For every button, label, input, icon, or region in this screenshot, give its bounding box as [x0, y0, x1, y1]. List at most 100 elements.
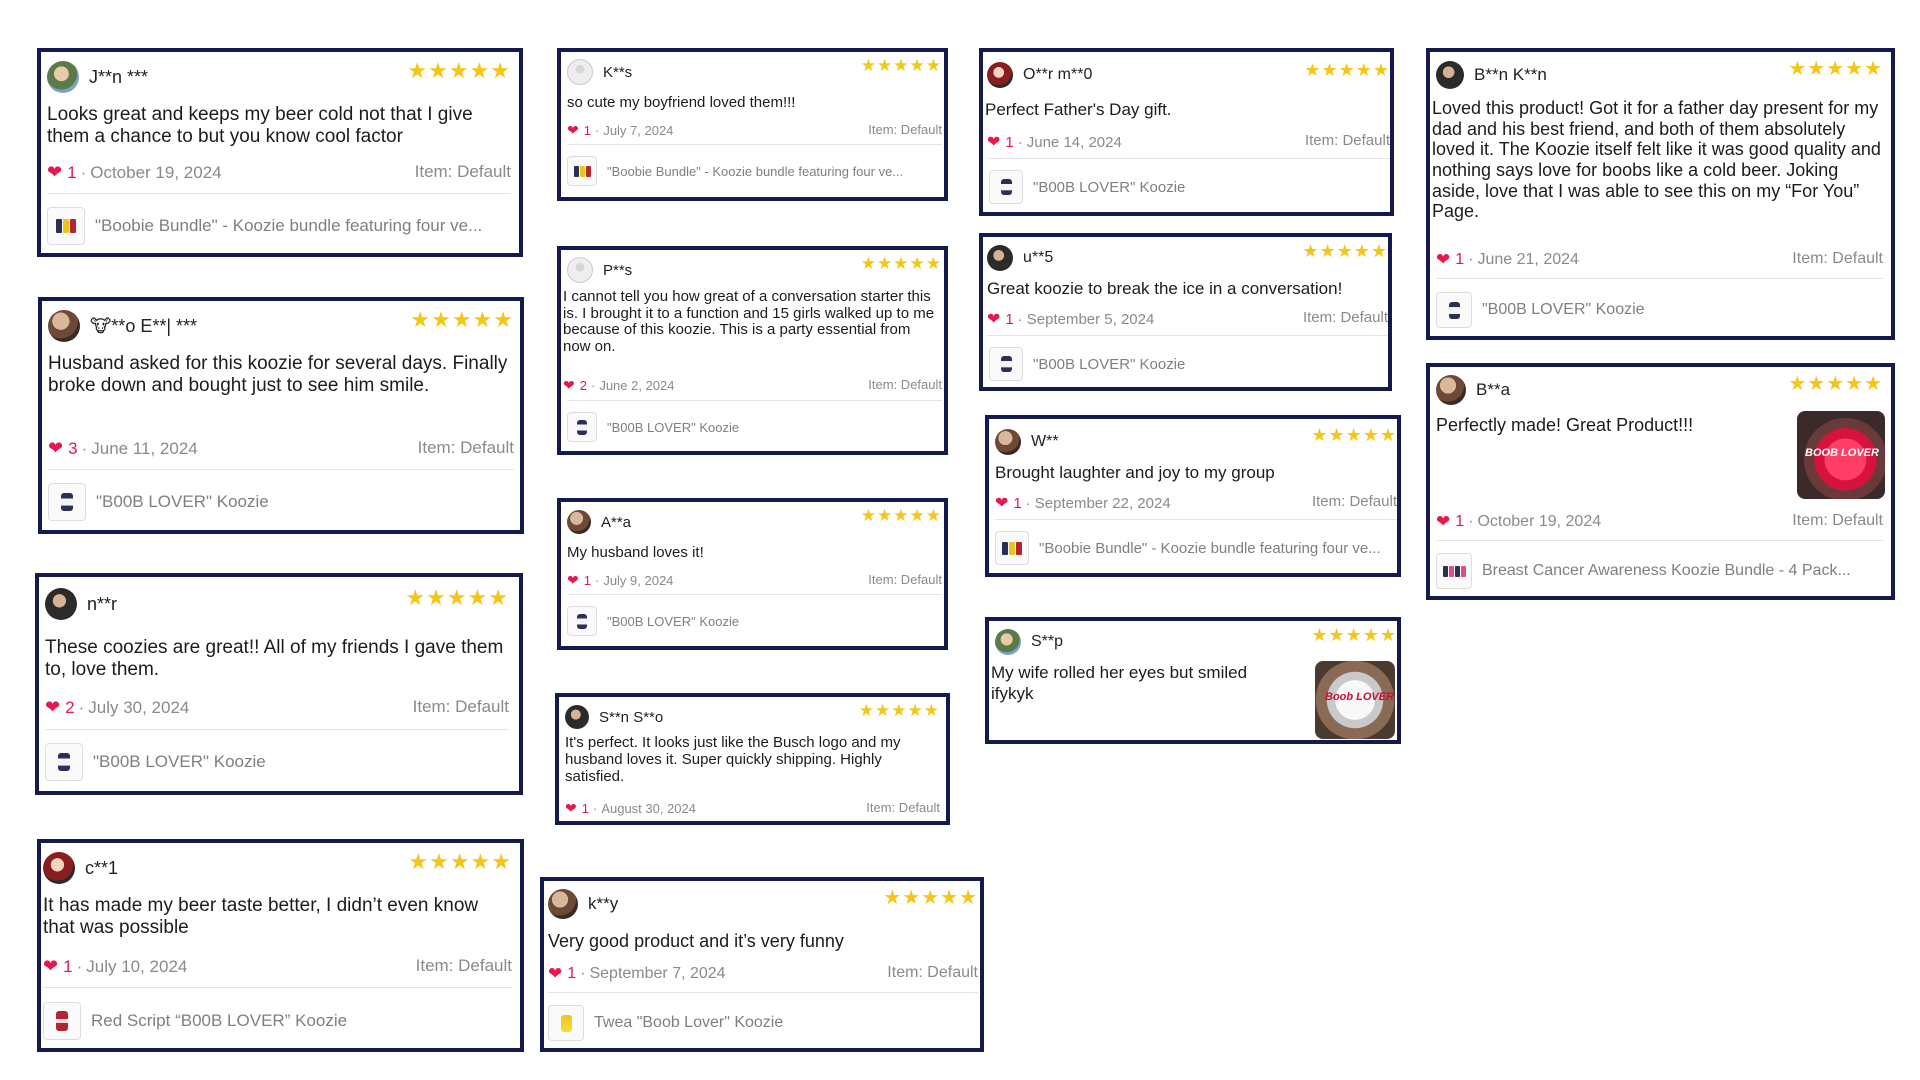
review-text: Loved this product! Got it for a father …	[1432, 98, 1881, 222]
product-link[interactable]: "Boobie Bundle" - Koozie bundle featurin…	[47, 207, 517, 245]
divider	[987, 335, 1388, 336]
product-link[interactable]: "B00B LOVER" Koozie	[1436, 292, 1886, 328]
heart-icon[interactable]: ❤	[45, 697, 60, 718]
heart-icon[interactable]: ❤	[563, 377, 575, 394]
review-header: B**n K**n	[1436, 58, 1547, 92]
avatar	[548, 889, 578, 919]
review-text: I cannot tell you how great of a convers…	[563, 288, 935, 355]
like-count: 3	[68, 438, 78, 458]
review-photo[interactable]: Boob LOVER	[1315, 661, 1395, 739]
product-link[interactable]: "Boobie Bundle" - Koozie bundle featurin…	[995, 531, 1395, 565]
product-link[interactable]: "B00B LOVER" Koozie	[45, 743, 515, 781]
koozie-icon	[577, 419, 587, 435]
separator: ·	[76, 956, 83, 976]
star-rating: ★★★★★	[860, 56, 942, 75]
review-header: 🐮**o E**| ***	[48, 309, 197, 343]
avatar	[565, 705, 589, 729]
product-link[interactable]: Red Script “B00B LOVER” Koozie	[43, 1002, 513, 1040]
like-count: 1	[583, 573, 591, 588]
product-thumbnail	[47, 207, 85, 245]
product-thumbnail	[43, 1002, 81, 1040]
like-count: 1	[583, 123, 591, 138]
bundle-icon	[573, 165, 591, 177]
koozie-icon	[1448, 301, 1460, 319]
product-name: "B00B LOVER" Koozie	[607, 613, 740, 629]
avatar	[1436, 375, 1466, 405]
product-link[interactable]: "B00B LOVER" Koozie	[567, 606, 942, 636]
product-link[interactable]: "B00B LOVER" Koozie	[989, 170, 1389, 204]
review-card: P**s ★★★★★ I cannot tell you how great o…	[557, 246, 948, 455]
product-link[interactable]: "B00B LOVER" Koozie	[989, 347, 1388, 381]
review-meta: ❤ 1 · September 5, 2024	[987, 309, 1154, 329]
reviewer-name: J**n ***	[89, 66, 149, 87]
divider	[995, 519, 1397, 520]
heart-icon[interactable]: ❤	[548, 964, 562, 984]
review-card: u**5 ★★★★★ Great koozie to break the ice…	[979, 233, 1392, 391]
review-meta: ❤ 1 · July 10, 2024	[43, 956, 187, 977]
avatar	[995, 629, 1021, 655]
koozie-icon	[58, 753, 70, 771]
review-header: n**r	[45, 587, 117, 621]
heart-icon[interactable]: ❤	[995, 493, 1008, 513]
heart-icon[interactable]: ❤	[567, 572, 579, 589]
star-rating: ★★★★★	[1788, 373, 1883, 395]
review-card: K**s ★★★★★ so cute my boyfriend loved th…	[557, 48, 948, 201]
item-variant: Item: Default	[868, 122, 942, 137]
product-thumbnail	[989, 170, 1023, 204]
heart-icon[interactable]: ❤	[987, 132, 1000, 152]
heart-icon[interactable]: ❤	[565, 800, 577, 817]
product-thumbnail	[567, 606, 597, 636]
star-rating: ★★★★★	[407, 58, 511, 83]
product-link[interactable]: Twea "Boob Lover" Koozie	[548, 1005, 978, 1041]
divider	[47, 193, 511, 194]
reviewer-name: S**n S**o	[599, 708, 664, 726]
divider	[1436, 540, 1883, 541]
avatar	[567, 257, 593, 283]
heart-icon[interactable]: ❤	[567, 122, 579, 139]
review-date: August 30, 2024	[601, 801, 697, 816]
bundle-icon	[56, 219, 76, 233]
star-rating: ★★★★★	[1311, 625, 1397, 645]
review-meta: ❤ 2 · July 30, 2024	[45, 697, 189, 718]
review-date: September 7, 2024	[589, 965, 726, 982]
star-rating: ★★★★★	[405, 585, 509, 610]
product-link[interactable]: "B00B LOVER" Koozie	[567, 412, 942, 442]
review-meta: ❤ 1 · August 30, 2024	[565, 800, 696, 817]
item-variant: Item: Default	[868, 377, 942, 392]
heart-icon[interactable]: ❤	[1436, 512, 1450, 532]
avatar	[567, 510, 591, 534]
product-name: "B00B LOVER" Koozie	[1033, 355, 1186, 373]
divider	[987, 158, 1390, 159]
review-card: A**a ★★★★★ My husband loves it! ❤ 1 · Ju…	[557, 498, 948, 650]
review-header: O**r m**0	[987, 60, 1092, 90]
reviewer-name: A**a	[601, 513, 632, 531]
reviewer-name: S**p	[1031, 633, 1064, 650]
heart-icon[interactable]: ❤	[43, 956, 58, 977]
review-card: S**p ★★★★★ My wife rolled her eyes but s…	[985, 617, 1401, 744]
product-thumbnail	[567, 156, 597, 186]
heart-icon[interactable]: ❤	[1436, 250, 1450, 270]
separator: ·	[1468, 251, 1474, 268]
product-name: "B00B LOVER" Koozie	[93, 752, 266, 771]
heart-icon[interactable]: ❤	[47, 162, 62, 183]
heart-icon[interactable]: ❤	[48, 438, 63, 459]
avatar	[1436, 61, 1464, 89]
review-photo[interactable]: BOOB LOVER	[1797, 411, 1885, 499]
star-rating: ★★★★★	[1304, 60, 1390, 80]
reviewer-name: B**a	[1476, 380, 1511, 399]
item-variant: Item: Default	[1302, 309, 1388, 326]
review-date: July 30, 2024	[88, 697, 190, 717]
product-link[interactable]: "B00B LOVER" Koozie	[48, 483, 518, 521]
star-rating: ★★★★★	[1311, 425, 1397, 445]
product-name: "B00B LOVER" Koozie	[1033, 178, 1186, 196]
review-header: c**1	[43, 851, 118, 885]
review-meta: ❤ 3 · June 11, 2024	[48, 438, 198, 459]
heart-icon[interactable]: ❤	[987, 309, 1000, 329]
product-link[interactable]: "Boobie Bundle" - Koozie bundle featurin…	[567, 156, 942, 186]
divider	[48, 469, 514, 470]
product-link[interactable]: Breast Cancer Awareness Koozie Bundle - …	[1436, 553, 1886, 589]
separator: ·	[80, 162, 87, 182]
divider	[43, 987, 512, 988]
review-card: S**n S**o ★★★★★ It's perfect. It looks j…	[555, 693, 950, 825]
review-date: October 19, 2024	[1477, 513, 1602, 530]
